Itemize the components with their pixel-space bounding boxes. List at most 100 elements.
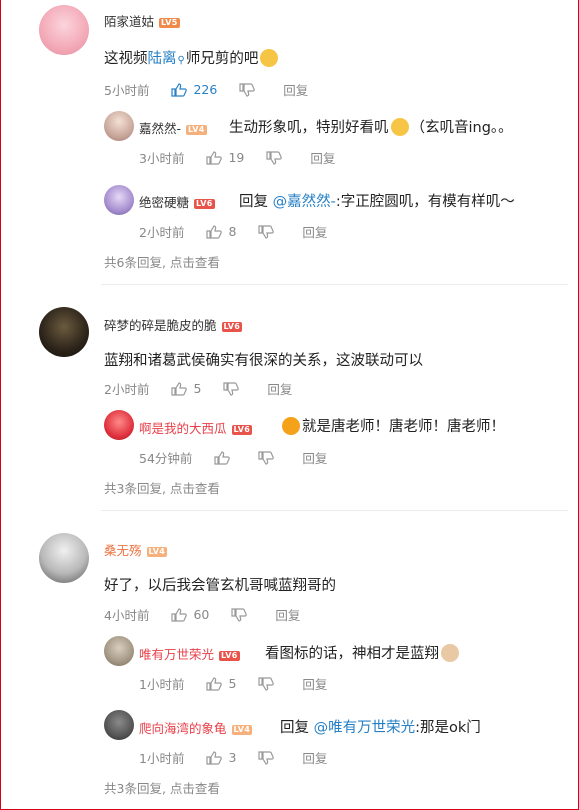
search-icon: ⚲ [177,55,185,66]
reply-button[interactable]: 回复 [302,448,327,467]
like-count: 226 [193,82,218,97]
reply-username[interactable]: 嘉然然- LV4 [139,118,207,137]
dislike-icon [258,451,275,465]
like-icon [206,225,223,239]
dislike-button[interactable] [258,676,280,691]
reply-button[interactable]: 回复 [283,80,308,99]
view-more-replies[interactable]: 共6条回复, 点击查看 [104,252,220,271]
avatar[interactable] [104,185,134,215]
like-icon [214,451,231,465]
like-count: 3 [228,750,237,765]
cat-emoji-icon [390,118,409,136]
dislike-icon [239,83,256,97]
dislike-icon [223,382,240,396]
search-link[interactable]: 陆离 [148,51,177,67]
reply-username[interactable]: 啊是我的大西瓜 LV6 [139,418,253,437]
like-count: 8 [228,224,237,239]
like-icon [206,751,223,765]
reply-time: 1小时前 [139,751,185,766]
level-badge: LV6 [221,322,243,332]
like-button[interactable] [214,450,236,465]
reply-actions: 1小时前 5 回复 [139,674,345,693]
reply-button[interactable]: 回复 [310,148,335,167]
dislike-icon [258,225,275,239]
comment-actions: 2小时前 5 回复 [104,379,310,398]
reply-button[interactable]: 回复 [302,222,327,241]
like-icon [171,382,188,396]
dislike-button[interactable] [231,607,253,622]
shock-emoji-icon [282,417,300,435]
dislike-button[interactable] [239,82,261,97]
avatar[interactable] [39,5,89,55]
comment-actions: 5小时前 226 回复 [104,80,326,99]
dislike-icon [258,751,275,765]
avatar[interactable] [39,533,89,583]
comment-username[interactable]: 桑无殇 LV4 [104,540,168,559]
dislike-button[interactable] [266,150,288,165]
level-badge: LV4 [231,725,253,735]
reply-button[interactable]: 回复 [267,379,292,398]
like-button[interactable]: 5 [171,381,201,396]
avatar[interactable] [104,636,134,666]
reply-actions: 54分钟前 回复 [139,448,345,467]
like-button[interactable]: 19 [206,150,244,165]
level-badge: LV5 [159,18,180,28]
reply-username[interactable]: 绝密硬糖 LV6 [139,192,215,211]
reply-text: 就是唐老师！唐老师！唐老师！ [280,415,505,436]
reply-time: 2小时前 [139,225,185,240]
comment-text: 蓝翔和诸葛武侯确实有很深的关系，这波联动可以 [104,353,423,369]
view-more-replies[interactable]: 共3条回复, 点击查看 [104,478,220,497]
level-badge: LV4 [146,547,168,557]
like-count: 5 [228,676,237,691]
like-button[interactable]: 226 [171,82,217,97]
avatar[interactable] [104,111,134,141]
mention-link[interactable]: @嘉然然- [273,194,336,210]
like-button[interactable]: 8 [206,224,236,239]
comment-time: 4小时前 [104,608,150,623]
avatar[interactable] [104,410,134,440]
mention-link[interactable]: @唯有万世荣光 [314,720,416,736]
divider [101,510,568,511]
reply-button[interactable]: 回复 [302,674,327,693]
like-button[interactable]: 5 [206,676,236,691]
avatar[interactable] [104,710,134,740]
like-button[interactable]: 60 [171,607,209,622]
like-count: 19 [228,150,245,165]
reply-time: 54分钟前 [139,451,193,466]
reply-button[interactable]: 回复 [275,605,300,624]
reply-text: 回复 @嘉然然-:字正腔圆叽，有模有样叽～ [239,194,515,210]
mouse-emoji-icon [441,644,459,662]
reply-username[interactable]: 唯有万世荣光 LV6 [139,644,240,663]
comment-username[interactable]: 陌家道姑 LV5 [104,11,180,30]
reply-button[interactable]: 回复 [302,748,327,767]
comment-time: 5小时前 [104,83,150,98]
dislike-button[interactable] [223,381,245,396]
like-button[interactable]: 3 [206,750,236,765]
level-badge: LV4 [186,125,207,135]
dislike-button[interactable] [258,224,280,239]
dislike-button[interactable] [258,750,280,765]
reply-actions: 2小时前 8 回复 [139,222,345,241]
like-count: 60 [193,607,210,622]
reply-actions: 3小时前 19 回复 [139,148,353,167]
reply-time: 1小时前 [139,677,185,692]
like-count: 5 [193,381,202,396]
comment-time: 2小时前 [104,382,150,397]
like-icon [171,83,188,97]
like-icon [206,151,223,165]
comment-username[interactable]: 碎梦的碎是脆皮的脆 LV6 [104,315,243,334]
dislike-icon [231,608,248,622]
dislike-icon [258,677,275,691]
dislike-icon [266,151,283,165]
username-text[interactable]: 陌家道姑 [104,14,154,29]
reply-time: 3小时前 [139,151,185,166]
reply-text: 看图标的话，神相才是蓝翔 [265,642,461,663]
view-more-replies[interactable]: 共3条回复, 点击查看 [104,778,220,797]
avatar[interactable] [39,307,89,357]
level-badge: LV6 [194,199,215,209]
reply-username[interactable]: 爬向海湾的象龟 LV4 [139,718,253,737]
comment-actions: 4小时前 60 回复 [104,605,318,624]
divider [101,284,568,285]
dislike-button[interactable] [258,450,280,465]
reply-text: 生动形象叽，特别好看叽 （玄叽音ing。。 [229,118,513,136]
